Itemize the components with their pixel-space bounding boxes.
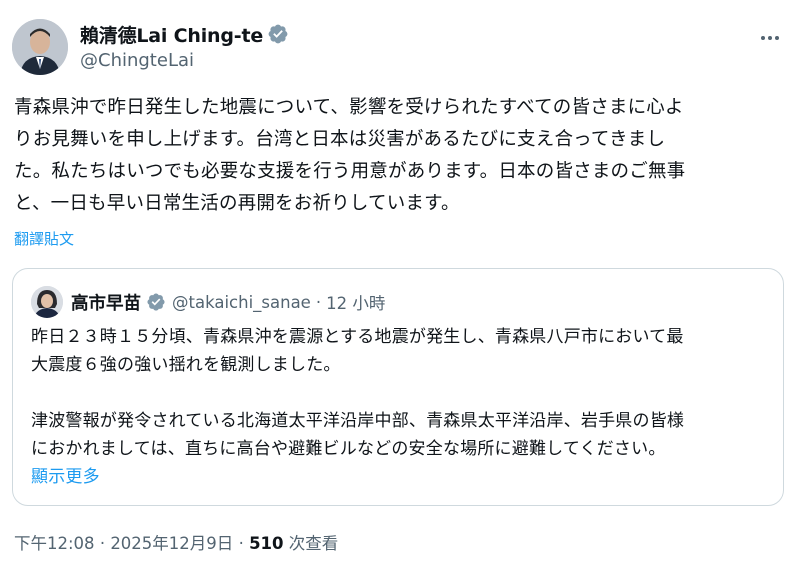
quoted-display-name[interactable]: 高市早苗 xyxy=(71,290,141,315)
more-horizontal-icon-dot xyxy=(775,36,779,40)
tweet-body-line: た。私たちはいつでも必要な支援を行う用意があります。日本の皆さまのご無事 xyxy=(14,161,686,182)
more-horizontal-icon-dot xyxy=(768,36,772,40)
separator-dot: · xyxy=(99,534,106,553)
quoted-header: 高市早苗 @takaichi_sanae · 12 小時 xyxy=(71,289,385,315)
author-avatar[interactable] xyxy=(12,19,68,75)
verified-badge-icon[interactable] xyxy=(146,292,166,312)
tweet-body-line: と、一日も早い日常生活の再開をお祈りしています。 xyxy=(14,193,460,214)
quoted-body-line: 昨日２３時１５分頃、青森県沖を震源とする地震が発生し、青森県八戸市において最 xyxy=(31,327,684,347)
tweet-body-line: りお見舞いを申し上げます。台湾と日本は災害があるたびに支え合ってきまし xyxy=(14,129,666,150)
quoted-body-line xyxy=(31,379,684,407)
more-options-button[interactable] xyxy=(758,26,782,50)
quoted-body-line: 津波警報が発令されている北海道太平洋沿岸中部、青森県太平洋沿岸、岩手県の皆様 xyxy=(31,411,685,431)
quoted-body: 昨日２３時１５分頃、青森県沖を震源とする地震が発生し、青森県八戸市において最 大… xyxy=(31,323,684,491)
separator-dot: · xyxy=(315,292,322,312)
views-count: 510 xyxy=(249,534,284,553)
separator-dot: · xyxy=(238,534,244,553)
quoted-body-line: におかれましては、直ちに高台や避難ビルなどの安全な場所に避難してください。 xyxy=(31,439,666,459)
post-date[interactable]: 2025年12月9日 xyxy=(110,534,233,553)
quoted-body-line: 大震度６強の強い揺れを観測しました。 xyxy=(31,355,341,375)
tweet-meta: 下午12:08 · 2025年12月9日 · 510 次查看 xyxy=(14,530,338,554)
author-info: 賴清德Lai Ching-te @ChingteLai xyxy=(80,20,289,71)
author-display-name[interactable]: 賴清德Lai Ching-te xyxy=(80,21,263,48)
quoted-author-avatar[interactable] xyxy=(31,286,63,318)
quoted-handle[interactable]: @takaichi_sanae xyxy=(172,293,311,312)
verified-badge-icon[interactable] xyxy=(267,23,289,45)
post-time[interactable]: 下午12:08 xyxy=(14,534,95,553)
show-more-link[interactable]: 顯示更多 xyxy=(31,463,684,491)
views-label: 次查看 xyxy=(288,534,339,553)
tweet-body: 青森県沖で昨日発生した地震について、影響を受けられたすべての皆さまに心よ りお見… xyxy=(14,92,794,220)
quoted-timestamp[interactable]: 12 小時 xyxy=(326,290,385,314)
author-handle[interactable]: @ChingteLai xyxy=(80,50,289,71)
tweet-body-line: 青森県沖で昨日発生した地震について、影響を受けられたすべての皆さまに心よ xyxy=(14,97,684,118)
translate-post-link[interactable]: 翻譯貼文 xyxy=(14,228,74,249)
more-horizontal-icon-dot xyxy=(761,36,765,40)
quoted-tweet-card[interactable]: 高市早苗 @takaichi_sanae · 12 小時 昨日２３時１５分頃、青… xyxy=(12,268,784,506)
